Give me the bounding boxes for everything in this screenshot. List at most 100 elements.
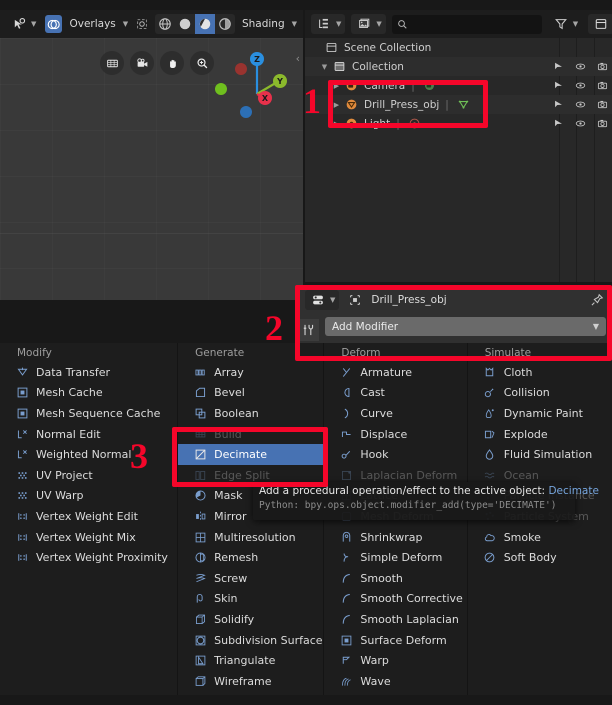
menu-item-wireframe[interactable]: Wireframe: [178, 671, 323, 692]
outliner-search-box[interactable]: [391, 14, 542, 34]
eye-visibility-icon[interactable]: [575, 118, 586, 129]
menu-item-multiresolution[interactable]: Multiresolution: [178, 527, 323, 548]
gizmo-axis-neg-y[interactable]: [215, 83, 227, 95]
eye-visibility-icon[interactable]: [575, 99, 586, 110]
outliner-panel[interactable]: Scene Collection ▼ Collection ▶ Camera |…: [305, 38, 612, 282]
outliner-row-light[interactable]: ▶ Light |: [305, 114, 612, 133]
menu-item-smooth[interactable]: Smooth: [324, 568, 466, 589]
properties-tab-modifier[interactable]: [297, 319, 319, 341]
menu-item-explode[interactable]: Explode: [468, 424, 612, 445]
transform-orientation-button[interactable]: ▼: [6, 14, 40, 34]
gizmo-axis-z[interactable]: Z: [250, 52, 264, 66]
gizmo-axis-y[interactable]: Y: [273, 74, 287, 88]
shading-material-button[interactable]: [195, 14, 215, 34]
menu-item-array[interactable]: Array: [178, 362, 323, 383]
menu-item-surface-deform[interactable]: Surface Deform: [324, 630, 466, 651]
overlays-chevron-down-icon[interactable]: ▼: [123, 20, 128, 28]
eye-visibility-icon[interactable]: [575, 61, 586, 72]
xray-toggle-button[interactable]: [133, 15, 150, 33]
gizmo-axis-neg-z[interactable]: [240, 106, 252, 118]
select-arrow-icon[interactable]: [553, 99, 564, 110]
disclosure-triangle[interactable]: ▶: [331, 82, 342, 90]
menu-item-curve[interactable]: Curve: [324, 403, 466, 424]
menu-item-vertex-weight-proximity[interactable]: Vertex Weight Proximity: [0, 547, 177, 568]
shading-wireframe-button[interactable]: [155, 14, 175, 34]
menu-item-build[interactable]: Build: [178, 424, 323, 445]
menu-item-triangulate[interactable]: Triangulate: [178, 650, 323, 671]
menu-item-uv-project[interactable]: UV Project: [0, 465, 177, 486]
menu-item-cast[interactable]: Cast: [324, 383, 466, 404]
shading-rendered-button[interactable]: [215, 14, 235, 34]
outliner-row-camera[interactable]: ▶ Camera |: [305, 76, 612, 95]
menu-item-soft-body[interactable]: Soft Body: [468, 547, 612, 568]
select-arrow-icon[interactable]: [553, 118, 564, 129]
menu-item-vertex-weight-edit[interactable]: Vertex Weight Edit: [0, 506, 177, 527]
menu-item-fluid-simulation[interactable]: Fluid Simulation: [468, 444, 612, 465]
viewport-sidebar-toggle[interactable]: ‹: [296, 52, 300, 65]
disclosure-triangle[interactable]: ▼: [319, 63, 330, 71]
overlays-toggle-button[interactable]: [45, 15, 63, 33]
outliner-row-collection[interactable]: ▼ Collection: [305, 57, 612, 76]
menu-item-smooth-corrective[interactable]: Smooth Corrective: [324, 589, 466, 610]
shading-mode-group[interactable]: [155, 14, 235, 34]
outliner-search-input[interactable]: [411, 18, 537, 30]
menu-item-normal-edit[interactable]: Normal Edit: [0, 424, 177, 445]
camera-render-icon[interactable]: [597, 61, 608, 72]
menu-item-remesh[interactable]: Remesh: [178, 547, 323, 568]
shading-label[interactable]: Shading: [240, 18, 287, 30]
shading-chevron-down-icon[interactable]: ▼: [292, 20, 297, 28]
eye-visibility-icon[interactable]: [575, 80, 586, 91]
camera-view-icon[interactable]: [130, 51, 154, 75]
menu-item-shrinkwrap[interactable]: Shrinkwrap: [324, 527, 466, 548]
menu-item-smoke[interactable]: Smoke: [468, 527, 612, 548]
menu-item-boolean[interactable]: Boolean: [178, 403, 323, 424]
menu-item-subdivision-surface[interactable]: Subdivision Surface: [178, 630, 323, 651]
smoke-icon: [483, 530, 497, 544]
camera-render-icon[interactable]: [597, 80, 608, 91]
outliner-filter-button[interactable]: ▼: [548, 14, 582, 34]
outliner-row-scene-collection[interactable]: Scene Collection: [305, 38, 612, 57]
select-arrow-icon[interactable]: [553, 61, 564, 72]
menu-item-collision[interactable]: Collision: [468, 383, 612, 404]
disclosure-triangle[interactable]: ▶: [331, 120, 342, 128]
menu-item-armature[interactable]: Armature: [324, 362, 466, 383]
menu-item-vertex-weight-mix[interactable]: Vertex Weight Mix: [0, 527, 177, 548]
outliner-id-type-button[interactable]: ▼: [351, 14, 386, 34]
gizmo-axis-x[interactable]: X: [258, 91, 272, 105]
3d-viewport[interactable]: Z Y X ‹: [0, 38, 303, 300]
menu-item-data-transfer[interactable]: Data Transfer: [0, 362, 177, 383]
disclosure-triangle[interactable]: ▶: [331, 101, 342, 109]
add-modifier-dropdown[interactable]: Add Modifier ▼: [325, 317, 606, 336]
gizmo-axis-neg-x[interactable]: [235, 63, 247, 75]
outliner-display-mode-button[interactable]: ▼: [311, 14, 346, 34]
menu-item-mesh-cache[interactable]: Mesh Cache: [0, 383, 177, 404]
camera-render-icon[interactable]: [597, 118, 608, 129]
select-arrow-icon[interactable]: [553, 80, 564, 91]
new-collection-button[interactable]: [588, 14, 612, 34]
menu-item-smooth-laplacian[interactable]: Smooth Laplacian: [324, 609, 466, 630]
viewport-axis-gizmo[interactable]: Z Y X: [210, 46, 290, 126]
camera-render-icon[interactable]: [597, 99, 608, 110]
menu-item-dynamic-paint[interactable]: Dynamic Paint: [468, 403, 612, 424]
hand-pan-icon[interactable]: [160, 51, 184, 75]
menu-item-hook[interactable]: Hook: [324, 444, 466, 465]
camera-grid-icon[interactable]: [100, 51, 124, 75]
menu-item-displace[interactable]: Displace: [324, 424, 466, 445]
menu-item-skin[interactable]: Skin: [178, 589, 323, 610]
menu-item-simple-deform[interactable]: Simple Deform: [324, 547, 466, 568]
menu-item-warp[interactable]: Warp: [324, 650, 466, 671]
menu-item-solidify[interactable]: Solidify: [178, 609, 323, 630]
menu-item-weighted-normal[interactable]: Weighted Normal: [0, 444, 177, 465]
menu-item-screw[interactable]: Screw: [178, 568, 323, 589]
decimate-menu-item[interactable]: Decimate: [178, 444, 324, 465]
outliner-row-drill-press-obj[interactable]: ▶ Drill_Press_obj |: [305, 95, 612, 114]
menu-item-mesh-sequence-cache[interactable]: Mesh Sequence Cache: [0, 403, 177, 424]
overlays-label[interactable]: Overlays: [67, 18, 117, 30]
properties-editor-type-button[interactable]: ▼: [305, 290, 340, 310]
shading-solid-button[interactable]: [175, 14, 195, 34]
menu-item-wave[interactable]: Wave: [324, 671, 466, 692]
menu-item-uv-warp[interactable]: UV Warp: [0, 486, 177, 507]
menu-item-bevel[interactable]: Bevel: [178, 383, 323, 404]
menu-item-cloth[interactable]: Cloth: [468, 362, 612, 383]
pin-icon[interactable]: [590, 293, 604, 307]
